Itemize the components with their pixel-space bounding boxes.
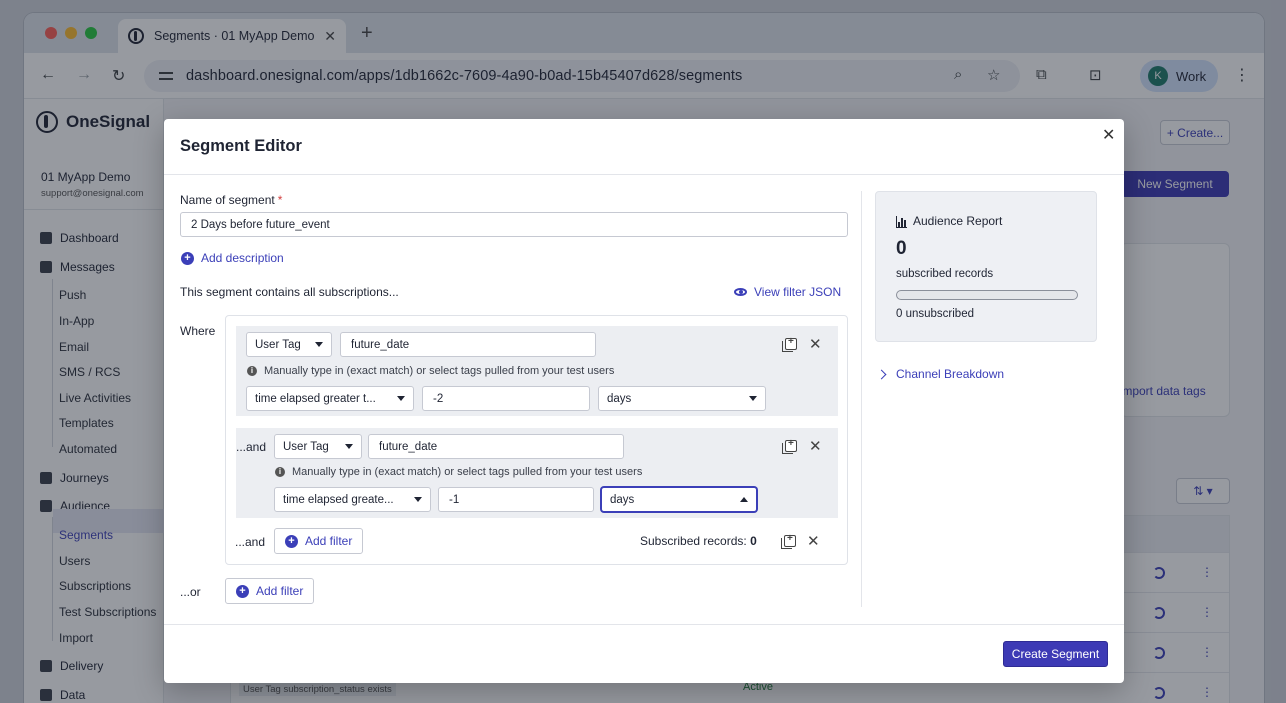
tag-hint: i Manually type in (exact match) or selec… [275,466,642,478]
chevron-down-icon [749,396,757,401]
view-filter-json-label: View filter JSON [754,285,842,299]
filter-type-select[interactable]: User Tag [274,434,362,459]
channel-breakdown-label: Channel Breakdown [896,367,1005,381]
segment-name-label-text: Name of segment [180,193,275,207]
operator-value: time elapsed greate... [283,493,394,506]
bar-chart-icon [896,216,907,228]
chevron-up-icon [740,497,748,502]
view-filter-json-link[interactable]: View filter JSON [734,285,841,299]
audience-report-title-text: Audience Report [913,214,1003,228]
modal-header-divider [164,174,1124,175]
subscribed-count-label: subscribed records [896,268,994,280]
chevron-down-icon [315,342,323,347]
add-and-filter-button[interactable]: + Add filter [274,528,364,554]
remove-filter-icon[interactable]: ✕ [809,439,822,454]
add-description-label: Add description [201,251,284,265]
contains-text: This segment contains all subscriptions.… [180,285,399,299]
tag-hint: i Manually type in (exact match) or selec… [247,365,614,377]
value-input[interactable]: -1 [438,487,594,512]
filter-type-select[interactable]: User Tag [246,332,332,357]
modal-title: Segment Editor [180,137,302,155]
operator-select[interactable]: time elapsed greater t... [246,386,414,411]
channel-breakdown-toggle[interactable]: Channel Breakdown [876,367,1005,381]
tag-key-input[interactable]: future_date [340,332,596,357]
operator-value: time elapsed greater t... [255,392,376,405]
or-label: ...or [180,585,201,599]
subscribed-progress-bar [896,290,1078,300]
info-icon: i [247,366,257,376]
chevron-down-icon [414,497,422,502]
plus-circle-icon: + [181,251,194,265]
where-label: Where [180,324,216,338]
operator-select[interactable]: time elapsed greate... [274,487,431,512]
subscribed-records-label: Subscribed records: [640,534,747,548]
plus-circle-icon: + [236,584,249,598]
value-input[interactable]: -2 [422,386,590,411]
filter-row: User Tag future_date i Manually type in (… [236,326,838,416]
filter-type-value: User Tag [283,440,329,453]
tag-key-input[interactable]: future_date [368,434,624,459]
chevron-right-icon [876,369,887,379]
add-filter-label: Add filter [305,534,353,548]
segment-editor-modal: Segment Editor ✕ Name of segment* + Add … [164,119,1124,683]
unit-value: days [607,392,632,405]
segment-name-input[interactable] [180,212,848,237]
segment-name-label: Name of segment * [180,193,282,207]
unsubscribed-count: 0 unsubscribed [896,308,974,320]
duplicate-filter-icon[interactable] [782,336,797,352]
info-icon: i [275,467,285,477]
add-filter-label: Add filter [256,584,304,598]
audience-report-card: Audience Report 0 subscribed records 0 u… [875,191,1097,342]
required-marker: * [277,193,283,207]
chevron-down-icon [345,444,353,449]
add-or-filter-button[interactable]: + Add filter [225,578,315,604]
duplicate-group-icon[interactable] [781,533,796,549]
subscribed-records: Subscribed records: 0 [640,534,757,548]
unit-value: days [610,493,635,506]
subscribed-count: 0 [896,238,907,259]
and-label: ...and [235,535,266,549]
and-label: ...and [236,440,267,454]
subscribed-records-value: 0 [750,534,757,548]
chevron-down-icon [397,396,405,401]
audience-report-title: Audience Report [896,214,1002,228]
duplicate-filter-icon[interactable] [782,438,797,454]
create-segment-label: Create Segment [1011,647,1100,661]
filter-row: ...and User Tag future_date i Manually ty… [236,428,838,518]
modal-footer-divider [164,624,1124,625]
remove-filter-icon[interactable]: ✕ [809,337,822,352]
create-segment-button[interactable]: Create Segment [1003,641,1108,667]
unit-select[interactable]: days [601,487,757,512]
filter-type-value: User Tag [255,338,301,351]
add-description-link[interactable]: + Add description [181,251,284,265]
plus-circle-icon: + [285,534,298,548]
close-icon[interactable]: ✕ [1102,125,1115,145]
remove-group-icon[interactable]: ✕ [807,534,820,549]
tag-hint-text: Manually type in (exact match) or select… [264,365,615,377]
eye-icon [734,288,747,296]
unit-select[interactable]: days [598,386,766,411]
tag-hint-text: Manually type in (exact match) or select… [292,466,643,478]
panel-divider [861,191,862,607]
